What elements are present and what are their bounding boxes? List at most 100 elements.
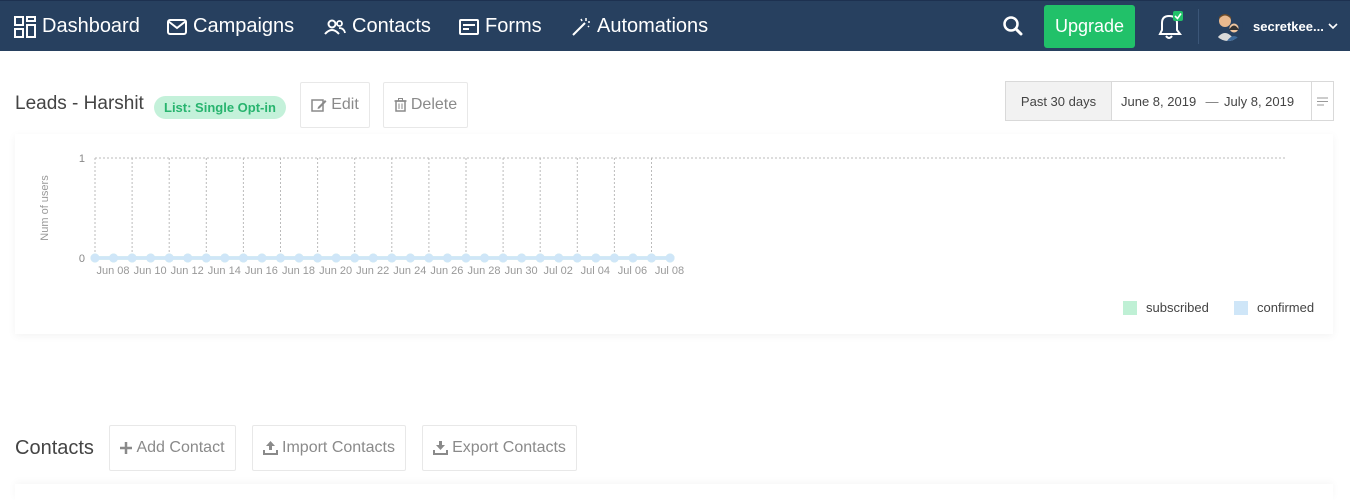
plus-icon [120,442,133,454]
export-contacts-label: Export Contacts [452,439,566,456]
date-preset-button[interactable]: Past 30 days [1006,82,1112,120]
x-tick-label: Jun 30 [505,265,538,277]
data-point-confirmed [276,253,285,263]
date-separator: — [1205,93,1219,109]
upgrade-button[interactable]: Upgrade [1044,5,1135,48]
data-point-confirmed [517,253,527,263]
x-tick-label: Jun 20 [319,265,352,277]
add-contact-button[interactable]: Add Contact [109,425,236,471]
data-point-confirmed [183,253,193,263]
data-point-confirmed [257,253,267,263]
data-point-confirmed [647,253,656,263]
data-point-confirmed [331,253,341,263]
x-tick-label: Jun 08 [96,265,129,277]
legend-label-confirmed: confirmed [1257,300,1315,315]
edit-icon [311,99,327,112]
data-point-confirmed [313,253,323,263]
page-title: Leads - Harshit [15,93,144,114]
data-point-confirmed [387,253,397,263]
nav-dashboard-label: Dashboard [42,15,140,37]
upload-icon [263,441,279,455]
y-tick-label: 0 [79,253,85,265]
nav-automations-label: Automations [597,15,709,37]
data-point-confirmed [424,253,434,263]
top-navbar: Dashboard Campaigns Contacts Forms Autom… [0,0,1350,51]
data-point-confirmed [628,253,638,263]
legend-subscribed[interactable]: subscribed [1123,300,1209,315]
delete-label: Delete [410,96,458,113]
data-point-confirmed [461,253,471,263]
menu-lines-icon [1317,97,1328,105]
x-tick-label: Jul 02 [544,265,573,277]
grid-icon [14,15,36,38]
x-tick-label: Jun 28 [467,265,500,277]
x-tick-label: Jul 08 [655,265,684,277]
nav-forms[interactable]: Forms [459,1,542,52]
bell-icon [1158,11,1183,39]
nav-contacts[interactable]: Contacts [324,1,431,52]
nav-campaigns-label: Campaigns [193,15,295,37]
magic-wand-icon [572,17,590,36]
user-menu[interactable]: secretkee... [1213,9,1339,43]
contacts-title: Contacts [15,437,94,459]
mail-icon [167,18,187,35]
x-tick-label: Jun 24 [393,265,426,277]
date-options-button[interactable] [1311,82,1333,120]
data-point-confirmed [405,253,415,263]
data-point-confirmed [554,253,564,263]
x-tick-label: Jun 10 [134,265,167,277]
username: secretkee... [1253,18,1324,34]
x-tick-label: Jun 18 [282,265,315,277]
form-icon [459,18,479,35]
x-tick-label: Jun 22 [356,265,389,277]
nav-forms-label: Forms [485,15,542,37]
trash-icon [394,98,407,112]
legend-swatch-confirmed [1234,300,1248,315]
x-tick-label: Jul 04 [581,265,610,277]
x-tick-label: Jul 06 [618,265,647,277]
date-to-input[interactable]: July 8, 2019 [1222,82,1312,120]
data-point-confirmed [665,253,675,263]
y-tick-label: 1 [79,153,85,165]
search-button[interactable] [1001,14,1025,38]
add-contact-label: Add Contact [136,439,225,456]
data-point-confirmed [127,253,137,263]
nav-contacts-label: Contacts [352,15,431,37]
data-point-confirmed [220,253,230,263]
delete-button[interactable]: Delete [383,82,468,128]
nav-dashboard[interactable]: Dashboard [14,1,140,52]
nav-automations[interactable]: Automations [571,1,708,52]
data-point-confirmed [609,253,619,263]
search-icon [1003,16,1023,36]
export-contacts-button[interactable]: Export Contacts [422,425,577,471]
data-point-confirmed [109,253,119,263]
date-from-input[interactable]: June 8, 2019 [1112,82,1202,120]
data-point-confirmed [498,253,508,263]
x-tick-label: Jun 26 [430,265,463,277]
data-point-confirmed [480,253,490,263]
nav-divider [1198,9,1199,44]
data-point-confirmed [442,253,452,263]
legend-label-subscribed: subscribed [1146,300,1209,315]
nav-campaigns[interactable]: Campaigns [167,1,294,52]
avatar [1213,11,1243,41]
users-icon [324,19,346,35]
edit-label: Edit [331,96,359,113]
data-point-confirmed [535,253,545,263]
data-point-confirmed [572,253,582,263]
import-contacts-button[interactable]: Import Contacts [252,425,406,471]
edit-button[interactable]: Edit [300,82,370,128]
contacts-table-card [15,484,1333,500]
import-contacts-label: Import Contacts [282,439,395,456]
subscribers-chart: 0 1 Num of users Jun 08 Jun 10 Jun 12 Jun 14 Ju… [15,134,1333,334]
download-icon [433,441,449,455]
notifications-button[interactable] [1155,11,1185,41]
legend-confirmed[interactable]: confirmed [1234,300,1314,315]
y-axis-label: Num of users [39,175,51,241]
data-point-confirmed [350,253,360,263]
x-tick-label: Jun 12 [171,265,204,277]
data-point-confirmed [294,253,304,263]
data-point-confirmed [591,253,601,263]
date-range-picker: Past 30 days June 8, 2019 — July 8, 2019 [1005,81,1334,121]
list-type-badge: List: Single Opt-in [154,96,286,119]
